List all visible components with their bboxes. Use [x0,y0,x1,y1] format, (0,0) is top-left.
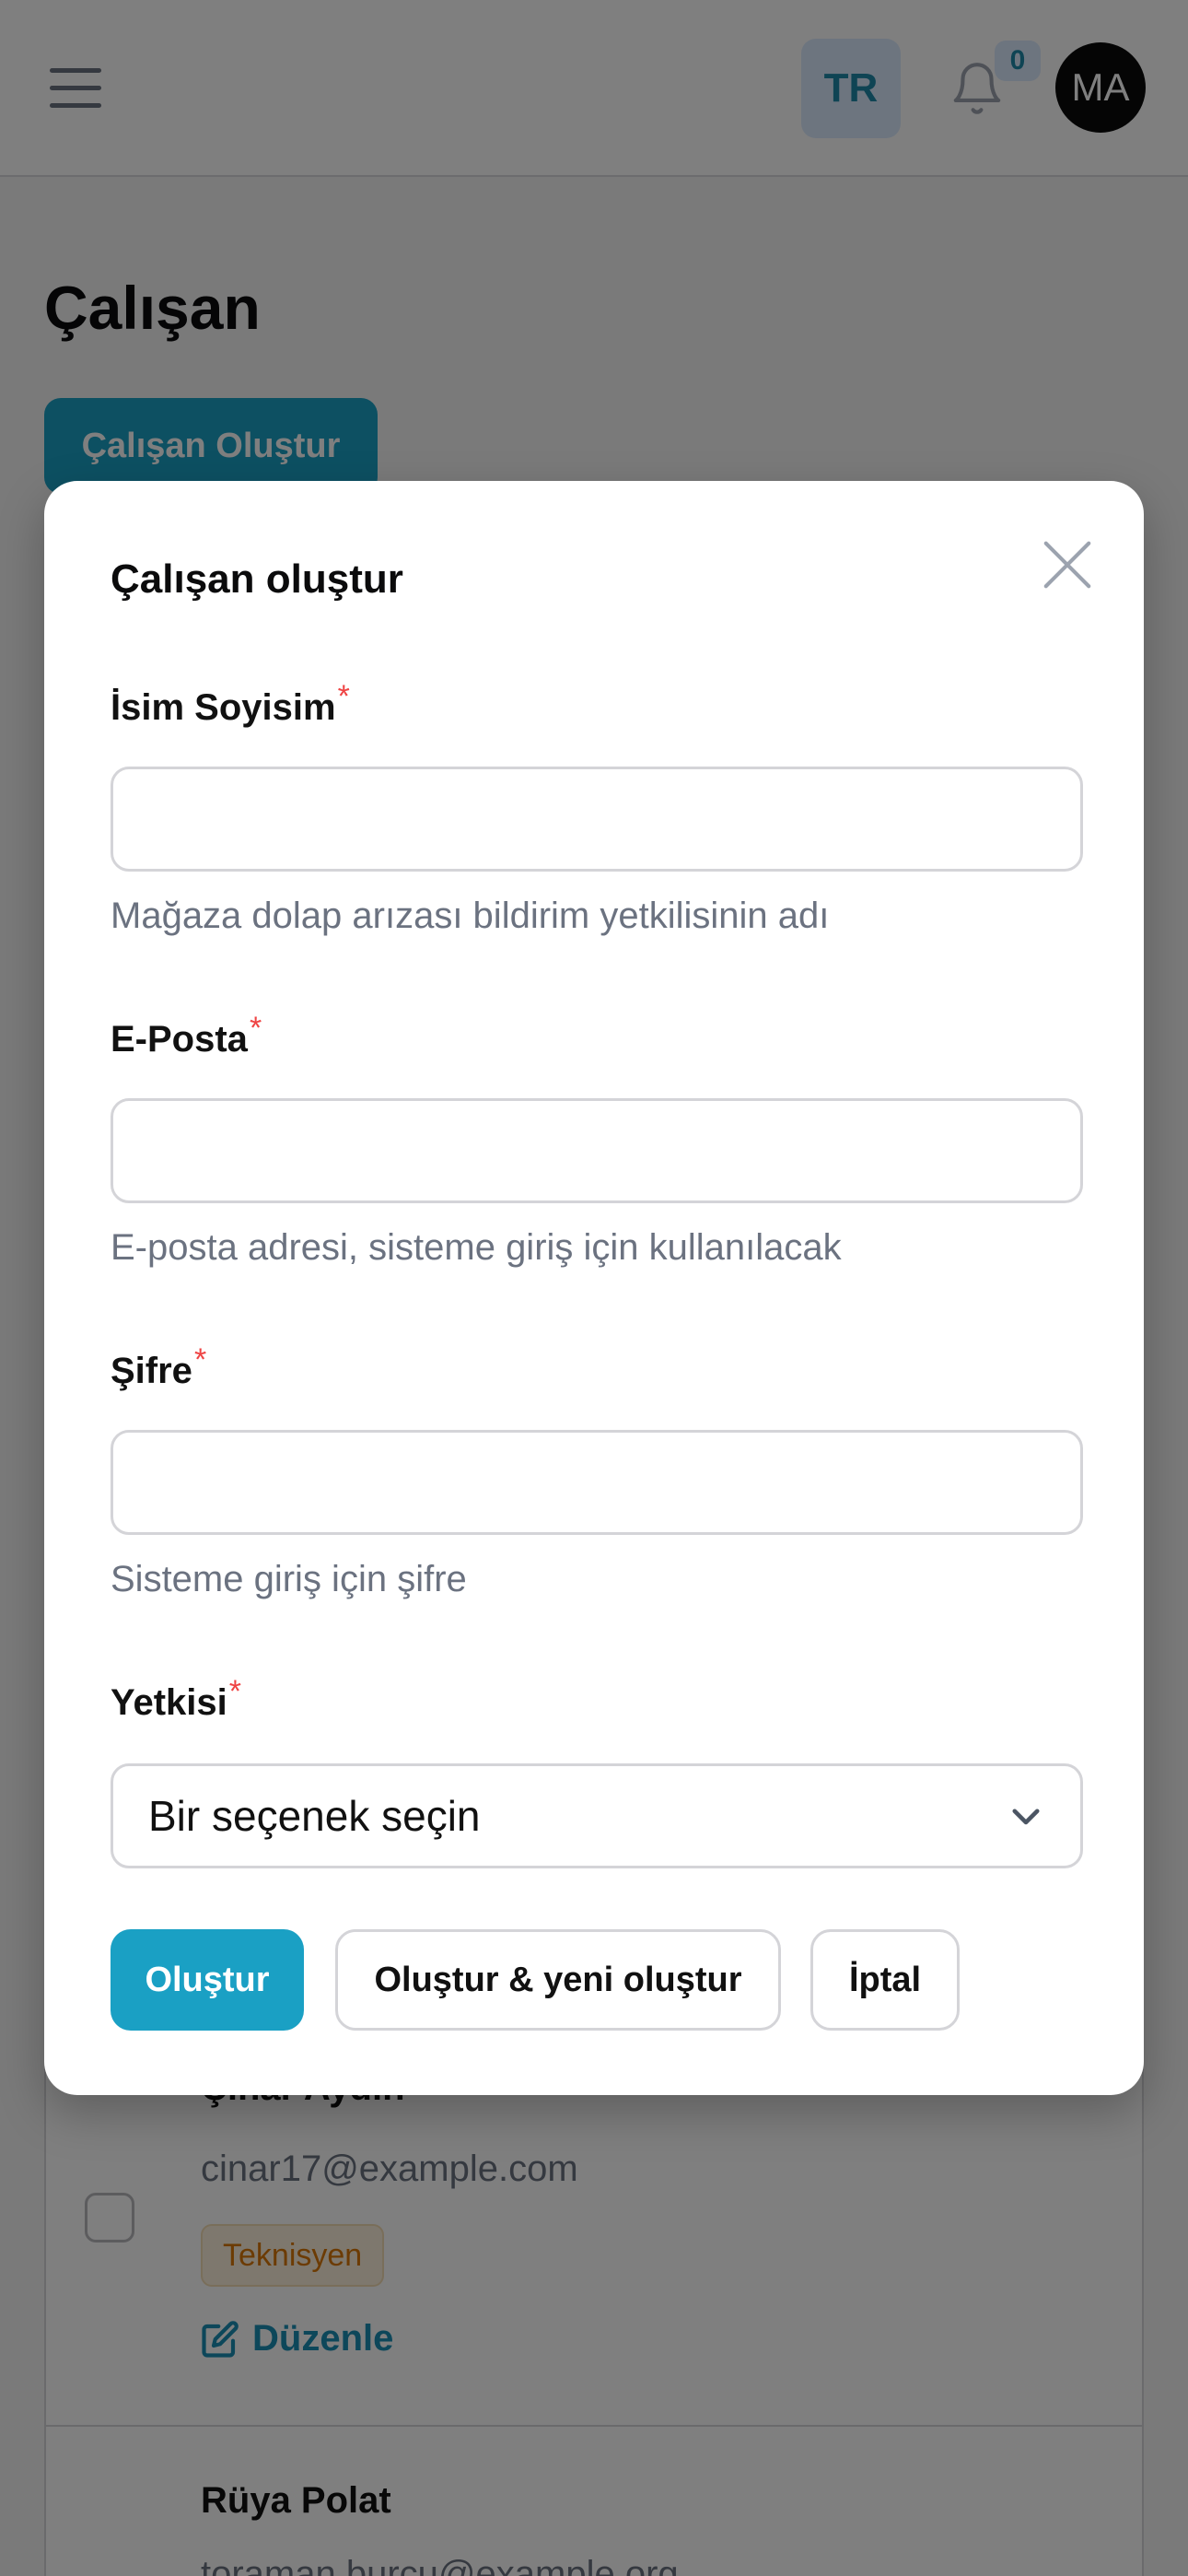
chevron-down-icon [1012,1809,1040,1825]
name-label: İsim Soyisim* [111,679,350,729]
close-icon[interactable] [1039,536,1096,593]
create-and-new-button[interactable]: Oluştur & yeni oluştur [335,1929,781,2031]
create-button[interactable]: Oluştur [111,1929,304,2031]
role-label: Yetkisi* [111,1674,241,1724]
required-marker: * [337,679,350,714]
name-input[interactable] [111,767,1083,872]
email-label-text: E-Posta [111,1019,248,1060]
password-input[interactable] [111,1430,1083,1535]
password-hint: Sisteme giriş için şifre [111,1559,467,1599]
create-employee-modal: Çalışan oluştur İsim Soyisim* Mağaza dol… [44,481,1144,2095]
password-label-text: Şifre [111,1351,192,1391]
cancel-button[interactable]: İptal [810,1929,960,2031]
password-label: Şifre* [111,1342,206,1392]
email-hint: E-posta adresi, sisteme giriş için kulla… [111,1227,842,1268]
required-marker: * [193,1342,207,1377]
name-label-text: İsim Soyisim [111,687,336,728]
required-marker: * [249,1011,262,1046]
role-select[interactable]: Bir seçenek seçin [111,1763,1083,1868]
name-hint: Mağaza dolap arızası bildirim yetkilisin… [111,896,830,936]
required-marker: * [228,1674,241,1709]
role-select-value: Bir seçenek seçin [148,1792,481,1840]
email-label: E-Posta* [111,1011,262,1060]
role-label-text: Yetkisi [111,1682,227,1723]
modal-title: Çalışan oluştur [111,556,403,602]
email-input[interactable] [111,1098,1083,1203]
